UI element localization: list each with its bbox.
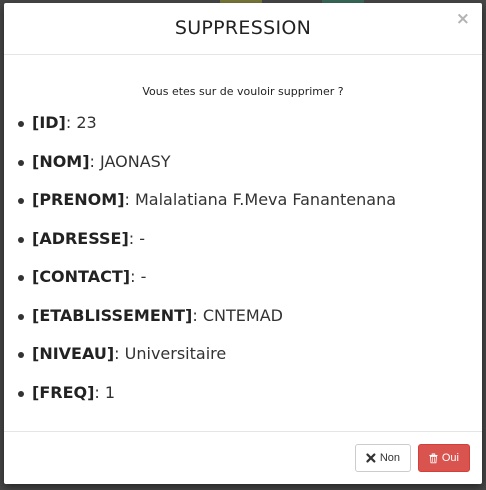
field-key: [ADRESSE] xyxy=(32,228,129,248)
field-separator: : xyxy=(124,190,135,209)
modal-body: Vous etes sur de vouloir supprimer ? [ID… xyxy=(4,55,482,431)
field-value: JAONASY xyxy=(100,151,171,171)
delete-confirmation-modal: SUPPRESSION × Vous etes sur de vouloir s… xyxy=(4,3,482,484)
field-separator: : xyxy=(114,344,125,363)
bullet-icon xyxy=(18,390,24,397)
field-value: 23 xyxy=(76,113,97,132)
field-value: - xyxy=(139,228,146,248)
field-value: Malalatiana F.Meva Fanantenana xyxy=(135,190,397,209)
field-key: [ETABLISSEMENT] xyxy=(32,305,193,325)
modal-header: SUPPRESSION × xyxy=(4,3,482,55)
modal-footer: Non Oui xyxy=(4,431,482,485)
confirmation-question: Vous etes sur de vouloir supprimer ? xyxy=(142,85,344,98)
field-separator: : xyxy=(94,382,105,402)
confirm-delete-button[interactable]: Oui xyxy=(418,444,470,472)
field-value: Universitaire xyxy=(124,344,227,363)
field-key: [FREQ] xyxy=(32,382,95,402)
field-value: CNTEMAD xyxy=(202,305,283,325)
field-item-freq: [FREQ]: 1 xyxy=(18,383,396,422)
field-item-adresse: [ADRESSE]: - xyxy=(18,229,396,268)
bullet-icon xyxy=(18,275,24,281)
field-item-niveau: [NIVEAU]: Universitaire xyxy=(18,344,396,383)
field-item-etablissement: [ETABLISSEMENT]: CNTEMAD xyxy=(18,306,396,345)
field-separator: : xyxy=(130,267,141,286)
bullet-icon xyxy=(18,159,24,166)
field-key: [NIVEAU] xyxy=(32,344,115,363)
cancel-button-label: Non xyxy=(379,452,400,464)
bullet-icon xyxy=(18,313,24,320)
field-separator: : xyxy=(128,228,140,248)
field-key: [PRENOM] xyxy=(32,190,125,209)
trash-icon xyxy=(429,452,438,463)
field-value: - xyxy=(140,267,147,286)
bullet-icon xyxy=(18,236,24,243)
record-field-list: [ID]: 23 [NOM]: JAONASY [PRENOM]: Malala… xyxy=(18,113,396,421)
field-item-contact: [CONTACT]: - xyxy=(18,267,396,306)
bullet-icon xyxy=(18,352,24,358)
confirm-button-label: Oui xyxy=(441,452,459,464)
field-key: [NOM] xyxy=(32,151,90,171)
bullet-icon xyxy=(18,121,24,127)
field-item-prenom: [PRENOM]: Malalatiana F.Meva Fanantenana xyxy=(18,190,396,229)
field-key: [ID] xyxy=(32,113,66,132)
field-item-nom: [NOM]: JAONASY xyxy=(18,152,396,191)
bullet-icon xyxy=(18,198,24,204)
field-separator: : xyxy=(65,113,77,132)
cancel-button[interactable]: Non xyxy=(355,444,411,472)
field-separator: : xyxy=(192,305,203,325)
times-icon xyxy=(366,453,376,463)
field-item-id: [ID]: 23 xyxy=(18,113,396,152)
field-separator: : xyxy=(89,151,101,171)
modal-title: SUPPRESSION xyxy=(174,17,312,39)
field-key: [CONTACT] xyxy=(32,267,131,286)
field-value: 1 xyxy=(104,382,116,402)
close-icon[interactable]: × xyxy=(456,11,470,28)
